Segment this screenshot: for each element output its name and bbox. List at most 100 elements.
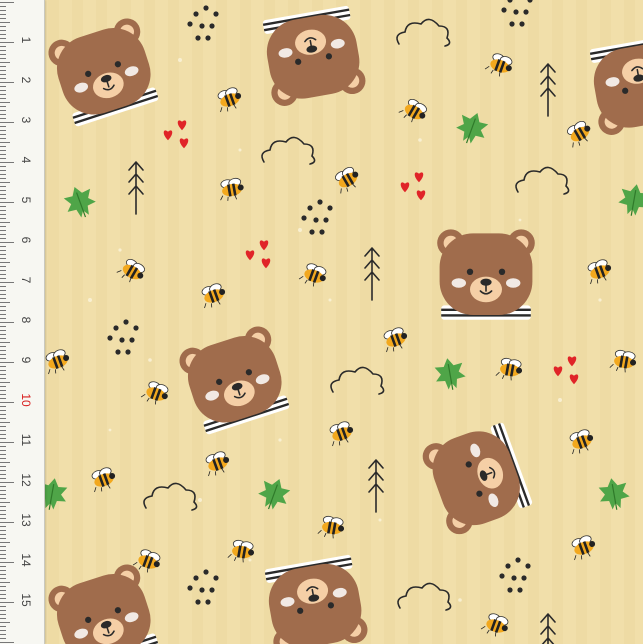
ruler-label: 6: [19, 236, 33, 244]
ruler-tick: [0, 134, 6, 135]
ruler-tick: [0, 130, 6, 131]
ruler-tick: [0, 70, 6, 71]
ruler-tick: [0, 534, 6, 535]
ruler-tick: [0, 10, 6, 11]
ruler-tick: [0, 402, 14, 403]
ruler-tick: [0, 390, 6, 391]
ruler-tick: [0, 14, 6, 15]
ruler-tick: [0, 182, 10, 183]
ruler-tick: [0, 398, 6, 399]
ruler-tick: [0, 46, 6, 47]
ruler-tick: [0, 278, 6, 279]
ruler-tick: [0, 242, 14, 243]
ruler-tick: [0, 350, 6, 351]
ruler-tick: [0, 162, 14, 163]
ruler-tick: [0, 34, 6, 35]
ruler-label: 1: [19, 36, 33, 44]
ruler-tick: [0, 546, 6, 547]
ruler-tick: [0, 78, 6, 79]
ruler-tick: [0, 74, 6, 75]
bear-head: [436, 228, 536, 321]
ruler-label: 2: [19, 76, 33, 84]
ruler-tick: [0, 362, 14, 363]
ruler-tick: [0, 22, 10, 23]
ruler-tick: [0, 370, 6, 371]
ruler-tick: [0, 326, 6, 327]
ruler-label: 12: [19, 473, 33, 487]
ruler-tick: [0, 282, 14, 283]
ruler-tick: [0, 86, 6, 87]
ruler-tick: [0, 462, 10, 463]
ruler-tick: [0, 574, 6, 575]
ruler-tick: [0, 386, 6, 387]
ruler-label: 14: [19, 553, 33, 567]
ruler-label: 15: [19, 593, 33, 607]
ruler-tick: [0, 314, 6, 315]
ruler-tick: [0, 458, 6, 459]
ruler-tick: [0, 414, 6, 415]
ruler-tick: [0, 106, 6, 107]
ruler-tick: [0, 214, 6, 215]
ruler-tick: [0, 346, 6, 347]
ruler-tick: [0, 642, 14, 643]
ruler-label: 9: [19, 356, 33, 364]
ruler-tick: [0, 146, 6, 147]
ruler-tick: [0, 270, 6, 271]
ruler-tick: [0, 406, 6, 407]
ruler-tick: [0, 66, 6, 67]
ruler-tick: [0, 610, 6, 611]
ruler-tick: [0, 318, 6, 319]
ruler-tick: [0, 538, 6, 539]
ruler-tick: [0, 294, 6, 295]
ruler-tick: [0, 410, 6, 411]
ruler-tick: [0, 290, 6, 291]
ruler-tick: [0, 150, 6, 151]
ruler-tick: [0, 582, 10, 583]
ruler-tick: [0, 558, 6, 559]
ruler-tick: [0, 334, 6, 335]
ruler-tick: [0, 226, 6, 227]
ruler-tick: [0, 254, 6, 255]
ruler-tick: [0, 586, 6, 587]
ruler-tick: [0, 262, 10, 263]
ruler-tick: [0, 178, 6, 179]
ruler-tick: [0, 186, 6, 187]
ruler-label: 13: [19, 513, 33, 527]
ruler-label: 11: [19, 433, 33, 447]
ruler-tick: [0, 250, 6, 251]
ruler-tick: [0, 426, 6, 427]
ruler-tick: [0, 50, 6, 51]
ruler-tick: [0, 82, 14, 83]
ruler-label: 8: [19, 316, 33, 324]
ruler-tick: [0, 38, 6, 39]
ruler-tick: [0, 202, 14, 203]
ruler-tick: [0, 598, 6, 599]
ruler-tick: [0, 530, 6, 531]
ruler-tick: [0, 194, 6, 195]
ruler-tick: [0, 422, 10, 423]
ruler-tick: [0, 434, 6, 435]
ruler-tick: [0, 602, 14, 603]
ruler-tick: [0, 138, 6, 139]
ruler-tick: [0, 622, 10, 623]
ruler-tick: [0, 438, 6, 439]
ruler-tick: [0, 174, 6, 175]
ruler-tick: [0, 618, 6, 619]
ruler-tick: [0, 542, 10, 543]
ruler-tick: [0, 338, 6, 339]
ruler-tick: [0, 230, 6, 231]
ruler-tick: [0, 274, 6, 275]
ruler-tick: [0, 26, 6, 27]
ruler-tick: [0, 90, 6, 91]
ruler-tick: [0, 266, 6, 267]
ruler-tick: [0, 62, 10, 63]
ruler-tick: [0, 54, 6, 55]
ruler-tick: [0, 310, 6, 311]
ruler-tick: [0, 42, 14, 43]
ruler-tick: [0, 474, 6, 475]
ruler-tick: [0, 590, 6, 591]
ruler-tick: [0, 354, 6, 355]
ruler-tick: [0, 626, 6, 627]
ruler-tick: [0, 578, 6, 579]
ruler-tick: [0, 118, 6, 119]
